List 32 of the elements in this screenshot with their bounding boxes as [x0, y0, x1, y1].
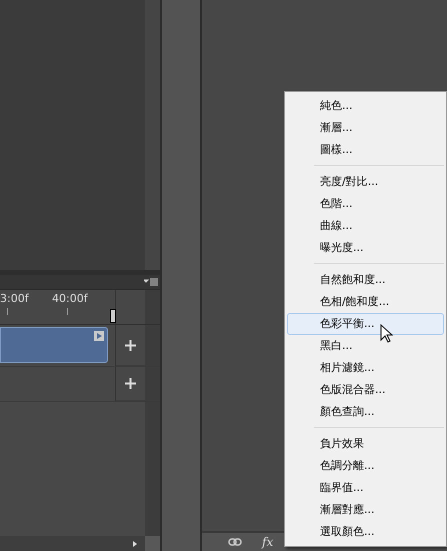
menu-item[interactable]: 黑白...	[287, 335, 444, 357]
menu-item[interactable]: 純色...	[287, 95, 444, 117]
menu-item[interactable]: 色調分離...	[287, 455, 444, 477]
scroll-right-icon[interactable]	[133, 540, 137, 546]
menu-item[interactable]: 曲線...	[287, 215, 444, 237]
ruler-label: 3:00f	[0, 291, 29, 307]
menu-item[interactable]: 色彩平衡...	[287, 313, 444, 335]
playhead-handle[interactable]	[110, 309, 116, 323]
menu-item[interactable]: 自然飽和度...	[287, 269, 444, 291]
fx-button[interactable]: fx	[262, 533, 274, 551]
scrollbar-corner	[145, 536, 160, 551]
menu-item[interactable]: 圖樣...	[287, 139, 444, 161]
add-icon[interactable]	[125, 378, 136, 389]
menu-item[interactable]: 漸層對應...	[287, 499, 444, 521]
menu-item[interactable]: 亮度/對比...	[287, 171, 444, 193]
menu-item[interactable]: 漸層...	[287, 117, 444, 139]
add-icon[interactable]	[125, 340, 136, 350]
menu-item[interactable]: 色階...	[287, 193, 444, 215]
menu-item[interactable]: 色相/飽和度...	[287, 291, 444, 313]
ruler-label: 40:00f	[52, 291, 88, 307]
video-clip[interactable]	[0, 327, 108, 363]
play-icon[interactable]	[94, 331, 104, 341]
menu-item[interactable]: 臨界值...	[287, 477, 444, 499]
panel-menu-icon[interactable]	[144, 278, 158, 286]
menu-item[interactable]: 曝光度...	[287, 237, 444, 259]
menu-item[interactable]: 選取顏色...	[287, 521, 444, 543]
menu-item[interactable]: 負片效果	[287, 433, 444, 455]
link-icon[interactable]	[228, 538, 242, 546]
menu-item[interactable]: 相片濾鏡...	[287, 357, 444, 379]
menu-item[interactable]: 色版混合器...	[287, 379, 444, 401]
menu-item[interactable]: 顏色查詢...	[287, 401, 444, 423]
cursor-icon	[380, 324, 394, 344]
